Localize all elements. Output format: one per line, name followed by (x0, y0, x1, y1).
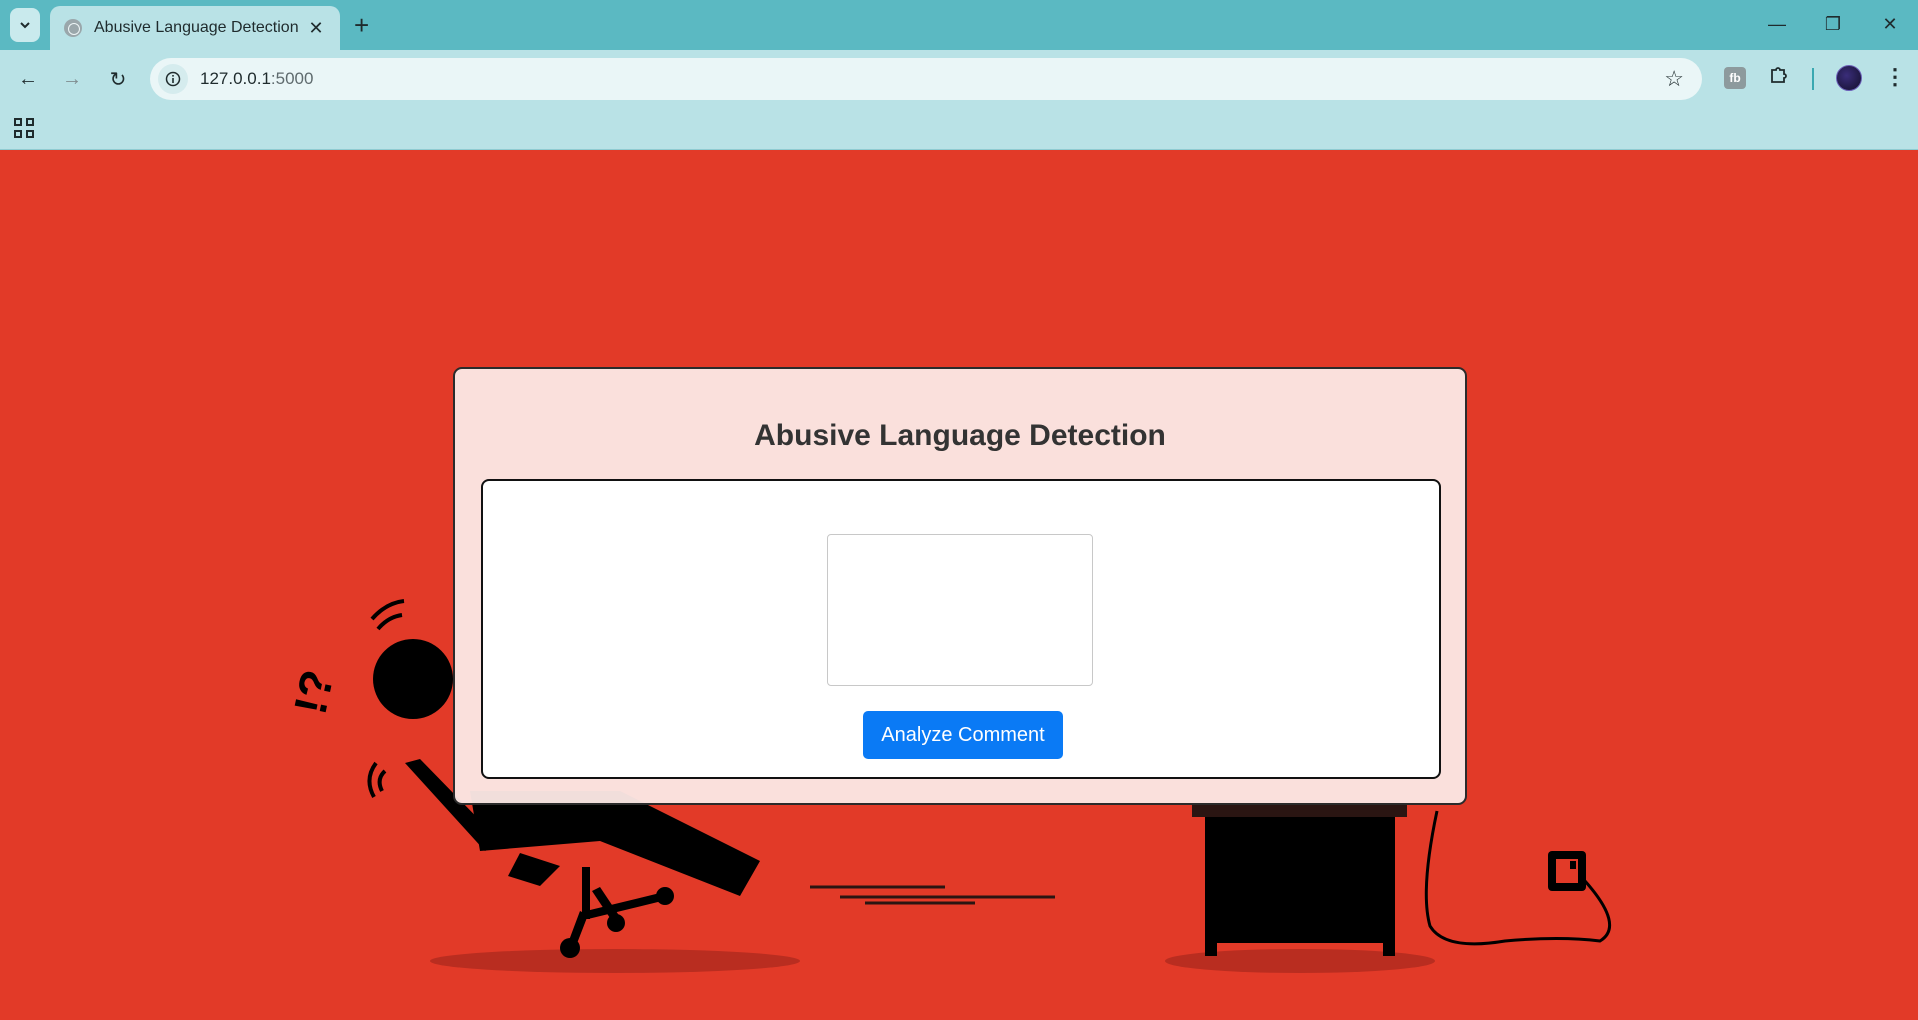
desk (1192, 803, 1407, 956)
toolbar-separator (1812, 68, 1814, 90)
browser-tab[interactable]: Abusive Language Detection ✕ (50, 6, 340, 50)
close-tab-icon[interactable]: ✕ (306, 18, 326, 39)
chevron-down-icon (20, 22, 30, 29)
forward-arrow-icon[interactable]: → (58, 65, 86, 93)
url-text: 127.0.0.1:5000 (200, 69, 314, 88)
profile-avatar[interactable] (1836, 65, 1862, 91)
reload-icon[interactable]: ↻ (104, 65, 132, 93)
site-info-icon[interactable] (158, 64, 188, 94)
bookmark-star-icon[interactable]: ☆ (1664, 66, 1684, 92)
globe-icon (64, 19, 82, 37)
new-tab-button[interactable]: + (354, 10, 369, 40)
back-arrow-icon[interactable]: ← (14, 65, 42, 93)
apps-grid-icon[interactable] (14, 118, 34, 138)
figure-head (373, 639, 453, 719)
close-window-icon[interactable]: ✕ (1875, 10, 1905, 38)
minimize-icon[interactable]: — (1762, 10, 1792, 38)
restore-icon[interactable]: ❐ (1818, 10, 1848, 38)
comment-form: Analyze Comment (481, 479, 1441, 779)
tab-search-button[interactable] (10, 8, 40, 42)
analyze-comment-button[interactable]: Analyze Comment (863, 711, 1063, 759)
extension-fb-icon[interactable]: fb (1724, 67, 1746, 89)
more-menu-icon[interactable]: ⋮ (1884, 64, 1906, 90)
exclaim-text: !? (284, 665, 344, 718)
page-viewport: !? Abusive Language Detection Analyze Co… (0, 151, 1918, 1020)
detection-card: Abusive Language Detection Analyze Comme… (453, 367, 1467, 805)
address-bar[interactable]: 127.0.0.1:5000 ☆ (150, 58, 1702, 100)
wall-socket (1548, 851, 1586, 891)
extensions-puzzle-icon[interactable] (1768, 64, 1790, 92)
browser-toolbar: ← → ↻ 127.0.0.1:5000 ☆ fb ⋮ (0, 50, 1918, 108)
bookmarks-bar (0, 108, 1918, 150)
chair-shadow (430, 949, 800, 973)
tab-title: Abusive Language Detection (94, 19, 299, 36)
page-title: Abusive Language Detection (754, 419, 1166, 452)
motion-lines (810, 885, 1055, 905)
tab-bar: Abusive Language Detection ✕ + — ❐ ✕ (0, 0, 1918, 50)
comment-input[interactable] (827, 534, 1093, 686)
